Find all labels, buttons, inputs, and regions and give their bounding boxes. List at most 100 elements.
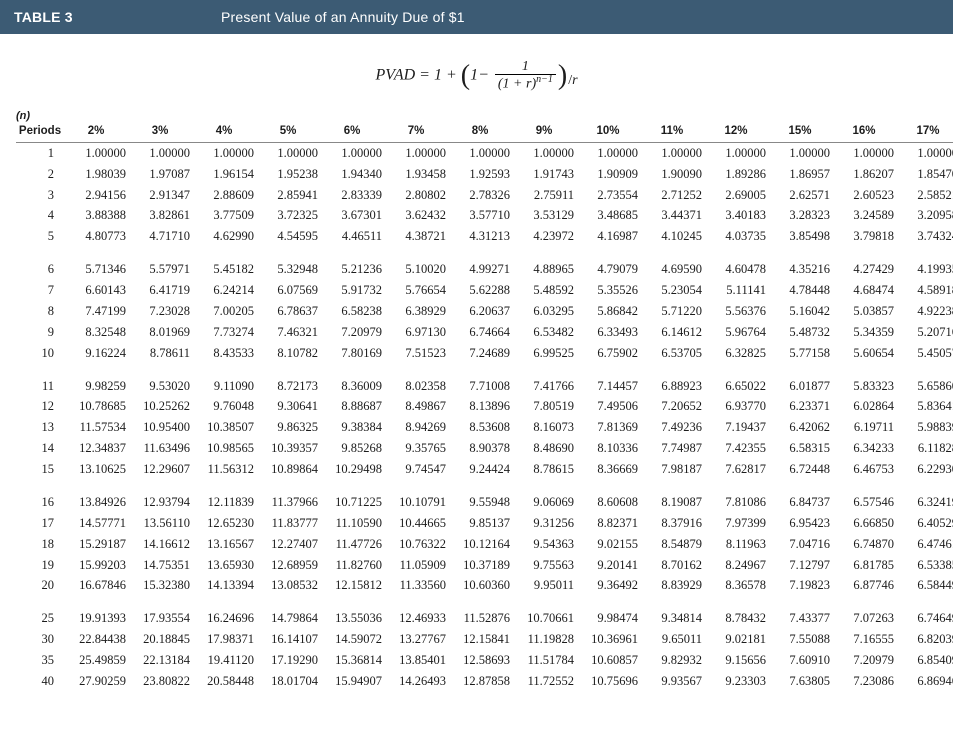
cell-value: 9.23303 — [704, 671, 768, 692]
col-rate: 5% — [256, 122, 320, 143]
table-number: TABLE 3 — [14, 9, 209, 25]
cell-value: 8.36669 — [576, 459, 640, 486]
formula-over-r: /r — [567, 73, 577, 88]
cell-value: 5.48732 — [768, 322, 832, 343]
table-row: 3022.8443820.1884517.9837116.1410714.590… — [16, 629, 953, 650]
cell-value: 16.14107 — [256, 629, 320, 650]
cell-value: 9.93567 — [640, 671, 704, 692]
cell-value: 8.43533 — [192, 343, 256, 370]
cell-value: 27.90259 — [64, 671, 128, 692]
table-row: 1613.8492612.9379412.1183911.3796610.712… — [16, 486, 953, 513]
cell-value: 1.00000 — [448, 142, 512, 163]
cell-value: 6.53705 — [640, 343, 704, 370]
cell-value: 8.32548 — [64, 322, 128, 343]
cell-value: 7.73274 — [192, 322, 256, 343]
cell-value: 13.85401 — [384, 650, 448, 671]
cell-value: 5.57971 — [128, 253, 192, 280]
cell-value: 6.60143 — [64, 280, 128, 301]
annuity-table: Periods 2% 3% 4% 5% 6% 7% 8% 9% 10% 11% … — [16, 122, 953, 692]
cell-period: 3 — [16, 185, 64, 206]
cell-value: 5.48592 — [512, 280, 576, 301]
cell-value: 2.73554 — [576, 185, 640, 206]
cell-value: 1.97087 — [128, 164, 192, 185]
cell-value: 6.93770 — [704, 396, 768, 417]
cell-value: 9.24424 — [448, 459, 512, 486]
cell-value: 12.15841 — [448, 629, 512, 650]
cell-value: 6.74664 — [448, 322, 512, 343]
cell-value: 11.37966 — [256, 486, 320, 513]
cell-value: 11.57534 — [64, 417, 128, 438]
cell-value: 4.99271 — [448, 253, 512, 280]
col-rate: 4% — [192, 122, 256, 143]
cell-value: 6.58315 — [768, 438, 832, 459]
formula-eq: = 1 + — [419, 67, 457, 84]
cell-value: 3.85498 — [768, 226, 832, 253]
cell-value: 4.80773 — [64, 226, 128, 253]
cell-value: 3.88388 — [64, 205, 128, 226]
cell-value: 6.58238 — [320, 301, 384, 322]
cell-value: 13.10625 — [64, 459, 128, 486]
cell-value: 2.88609 — [192, 185, 256, 206]
cell-value: 10.39357 — [256, 438, 320, 459]
cell-value: 2.75911 — [512, 185, 576, 206]
cell-value: 1.00000 — [768, 142, 832, 163]
cell-value: 9.85137 — [448, 513, 512, 534]
table-row: 43.883883.828613.775093.723253.673013.62… — [16, 205, 953, 226]
cell-value: 12.87858 — [448, 671, 512, 692]
cell-value: 6.82039 — [896, 629, 953, 650]
cell-value: 4.03735 — [704, 226, 768, 253]
cell-value: 4.16987 — [576, 226, 640, 253]
cell-value: 3.48685 — [576, 205, 640, 226]
cell-value: 8.90378 — [448, 438, 512, 459]
cell-value: 13.16567 — [192, 534, 256, 555]
cell-value: 9.38384 — [320, 417, 384, 438]
cell-value: 7.19437 — [704, 417, 768, 438]
cell-value: 3.79818 — [832, 226, 896, 253]
cell-value: 3.77509 — [192, 205, 256, 226]
cell-value: 8.94269 — [384, 417, 448, 438]
cell-value: 1.00000 — [512, 142, 576, 163]
cell-value: 3.57710 — [448, 205, 512, 226]
cell-value: 8.16073 — [512, 417, 576, 438]
cell-period: 4 — [16, 205, 64, 226]
table-row: 98.325488.019697.732747.463217.209796.97… — [16, 322, 953, 343]
cell-value: 6.03295 — [512, 301, 576, 322]
cell-value: 1.00000 — [192, 142, 256, 163]
cell-value: 16.24696 — [192, 602, 256, 629]
cell-value: 9.86325 — [256, 417, 320, 438]
cell-value: 9.98259 — [64, 370, 128, 397]
cell-value: 4.23972 — [512, 226, 576, 253]
table-row: 1513.1062512.2960711.5631210.8986410.294… — [16, 459, 953, 486]
cell-value: 8.60608 — [576, 486, 640, 513]
cell-value: 15.94907 — [320, 671, 384, 692]
cell-value: 4.68474 — [832, 280, 896, 301]
cell-period: 11 — [16, 370, 64, 397]
cell-value: 8.36009 — [320, 370, 384, 397]
cell-value: 1.98039 — [64, 164, 128, 185]
cell-value: 4.35216 — [768, 253, 832, 280]
cell-value: 12.15812 — [320, 575, 384, 602]
cell-period: 19 — [16, 555, 64, 576]
cell-value: 7.43377 — [768, 602, 832, 629]
cell-value: 7.19823 — [768, 575, 832, 602]
cell-value: 9.02181 — [704, 629, 768, 650]
table-row: 119.982599.530209.110908.721738.360098.0… — [16, 370, 953, 397]
cell-value: 5.10020 — [384, 253, 448, 280]
cell-value: 9.16224 — [64, 343, 128, 370]
cell-value: 7.20979 — [832, 650, 896, 671]
cell-value: 9.35765 — [384, 438, 448, 459]
cell-value: 7.81369 — [576, 417, 640, 438]
cell-period: 35 — [16, 650, 64, 671]
cell-value: 1.86207 — [832, 164, 896, 185]
cell-value: 9.15656 — [704, 650, 768, 671]
table-row-group: 119.982599.530209.110908.721738.360098.0… — [16, 370, 953, 486]
formula-numerator: 1 — [495, 60, 556, 75]
cell-value: 13.84926 — [64, 486, 128, 513]
cell-value: 2.91347 — [128, 185, 192, 206]
cell-value: 3.40183 — [704, 205, 768, 226]
cell-value: 1.93458 — [384, 164, 448, 185]
cell-value: 3.74324 — [896, 226, 953, 253]
cell-value: 11.19828 — [512, 629, 576, 650]
cell-value: 7.63805 — [768, 671, 832, 692]
cell-value: 14.13394 — [192, 575, 256, 602]
